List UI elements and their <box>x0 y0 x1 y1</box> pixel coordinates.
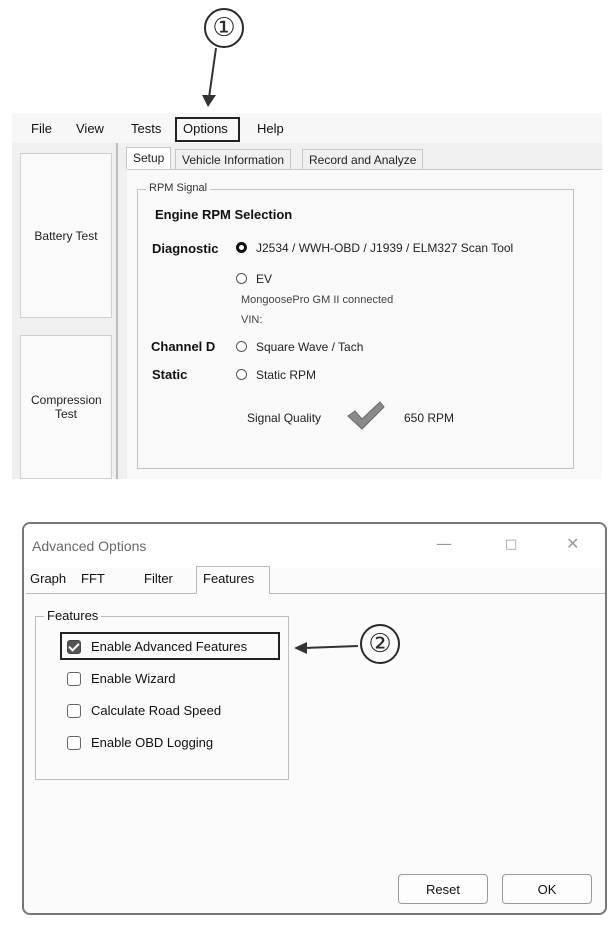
tab-strip-line-right <box>270 593 605 594</box>
vin-label: VIN: <box>241 314 263 326</box>
sidebar-divider <box>116 143 118 479</box>
tab-fft[interactable]: FFT <box>81 571 105 586</box>
compression-test-button[interactable]: Compression Test <box>20 335 112 479</box>
static-label: Static <box>152 367 188 382</box>
checkbox-enable-wizard[interactable] <box>67 672 81 686</box>
advanced-options-dialog: Advanced Options — □ ✕ Graph FFT Filter … <box>22 522 607 915</box>
battery-test-button[interactable]: Battery Test <box>20 153 112 318</box>
radio-ev[interactable] <box>236 273 247 284</box>
callout-2: ② <box>360 624 400 664</box>
calculate-road-speed-label[interactable]: Calculate Road Speed <box>91 703 221 718</box>
menu-options[interactable]: Options <box>183 121 228 136</box>
tab-graph[interactable]: Graph <box>30 571 66 586</box>
rpm-signal-group-title: RPM Signal <box>146 182 211 194</box>
option-ev-label[interactable]: EV <box>256 272 272 286</box>
menu-bar: File View Tests Options Help <box>12 113 602 143</box>
option-square-wave-label[interactable]: Square Wave / Tach <box>256 340 363 354</box>
enable-wizard-label[interactable]: Enable Wizard <box>91 671 176 686</box>
radio-static-rpm[interactable] <box>236 369 247 380</box>
tab-record-analyze[interactable]: Record and Analyze <box>302 149 424 169</box>
menu-help[interactable]: Help <box>257 121 284 136</box>
diagnostic-label: Diagnostic <box>152 241 219 256</box>
tab-features[interactable]: Features <box>203 571 254 586</box>
menu-view[interactable]: View <box>76 121 104 136</box>
tab-filter[interactable]: Filter <box>144 571 173 586</box>
callout-1-arrow <box>207 47 217 100</box>
tab-vehicle-information[interactable]: Vehicle Information <box>175 149 292 169</box>
callout-1: ① <box>204 8 244 48</box>
reset-button[interactable]: Reset <box>398 874 488 904</box>
tab-setup[interactable]: Setup <box>126 147 172 169</box>
callout-2-arrow <box>294 642 359 654</box>
compression-test-label: Compression Test <box>31 393 102 421</box>
signal-quality-label: Signal Quality <box>247 411 322 425</box>
features-group-title: Features <box>44 608 102 623</box>
option-static-rpm-label[interactable]: Static RPM <box>256 368 316 382</box>
enable-obd-logging-label[interactable]: Enable OBD Logging <box>91 735 213 750</box>
dialog-title: Advanced Options <box>32 538 147 554</box>
checkbox-enable-advanced-features[interactable] <box>67 640 81 654</box>
menu-tests[interactable]: Tests <box>131 121 161 136</box>
option-j2534-label[interactable]: J2534 / WWH-OBD / J1939 / ELM327 Scan To… <box>256 241 513 255</box>
rpm-value: 650 RPM <box>404 411 455 425</box>
maximize-icon[interactable]: □ <box>505 537 517 552</box>
dialog-titlebar: Advanced Options — □ ✕ <box>24 524 605 568</box>
close-icon[interactable]: ✕ <box>566 534 579 553</box>
channel-d-label: Channel D <box>151 339 216 354</box>
rpm-app-window: File View Tests Options Help Battery Tes… <box>12 113 602 479</box>
radio-j2534[interactable] <box>236 242 247 253</box>
minimize-icon[interactable]: — <box>436 534 452 553</box>
arrow-head-icon <box>202 95 216 107</box>
checkbox-calculate-road-speed[interactable] <box>67 704 81 718</box>
ok-button[interactable]: OK <box>502 874 592 904</box>
engine-rpm-selection-title: Engine RPM Selection <box>155 207 293 222</box>
enable-advanced-features-label[interactable]: Enable Advanced Features <box>91 639 247 654</box>
tab-strip-line <box>26 593 196 594</box>
checkbox-enable-obd-logging[interactable] <box>67 736 81 750</box>
battery-test-label: Battery Test <box>34 228 98 243</box>
checkmark-icon <box>347 401 385 430</box>
radio-square-wave[interactable] <box>236 341 247 352</box>
connection-status: MongoosePro GM II connected <box>241 294 394 306</box>
menu-file[interactable]: File <box>31 121 52 136</box>
